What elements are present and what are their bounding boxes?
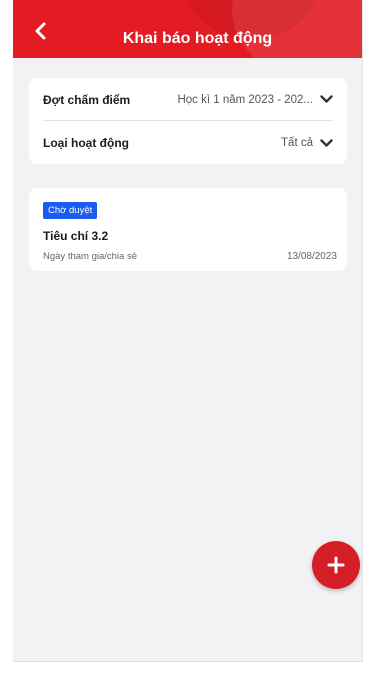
period-label: Đợt chấm điểm: [43, 92, 131, 107]
activity-date: 13/08/2023: [286, 251, 337, 262]
status-badge: Chờ duyệt: [43, 202, 98, 219]
period-value-wrap: Học kì 1 năm 2023 - 202...: [177, 93, 333, 107]
filter-card: Đợt chấm điểm Học kì 1 năm 2023 - 202...…: [29, 78, 347, 164]
app-screen: Khai báo hoạt động Đợt chấm điểm Học kì …: [13, 0, 363, 662]
period-select[interactable]: Đợt chấm điểm Học kì 1 năm 2023 - 202...: [43, 79, 333, 121]
activity-list-item[interactable]: Chờ duyệt Tiêu chí 3.2 Ngày tham gia/chi…: [29, 188, 347, 271]
activity-type-value: Tất cả: [281, 137, 313, 149]
chevron-down-icon: [319, 93, 333, 107]
add-activity-button[interactable]: [312, 541, 360, 589]
plus-icon: [327, 556, 345, 574]
page-title: Khai báo hoạt động: [122, 30, 273, 47]
activity-type-select[interactable]: Loại hoạt động Tất cả: [43, 122, 333, 164]
app-header: Khai báo hoạt động: [13, 0, 362, 58]
chevron-down-icon: [319, 136, 333, 150]
activity-date-label: Ngày tham gia/chia sẻ: [43, 251, 137, 262]
activity-type-label: Loại hoạt động: [43, 136, 129, 150]
activity-type-value-wrap: Tất cả: [281, 136, 333, 150]
activity-title: Tiêu chí 3.2: [43, 229, 109, 243]
period-value: Học kì 1 năm 2023 - 202...: [177, 93, 313, 106]
